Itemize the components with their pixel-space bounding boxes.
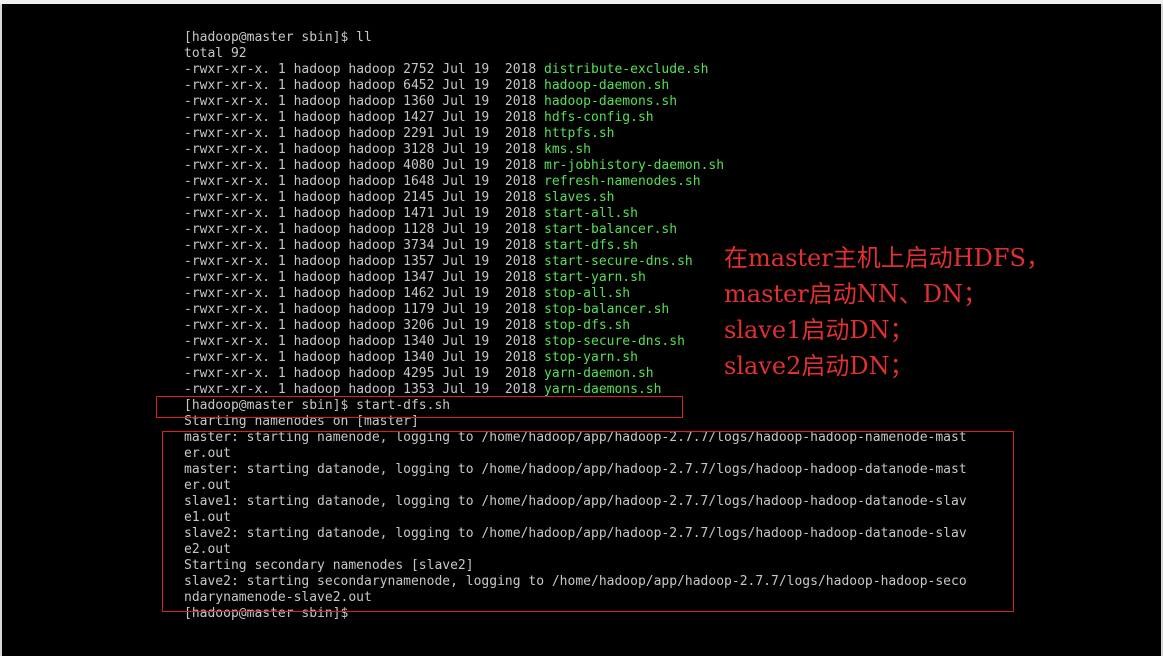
- file-meta: 1 hadoop hadoop 2145 Jul 19 2018: [277, 190, 537, 205]
- file-permissions: -rwxr-xr-x.: [184, 190, 271, 205]
- file-row: -rwxr-xr-x. 1 hadoop hadoop 1128 Jul 19 …: [184, 222, 677, 238]
- file-row: -rwxr-xr-x. 1 hadoop hadoop 2145 Jul 19 …: [184, 190, 614, 206]
- file-name: start-all.sh: [544, 206, 638, 221]
- file-meta: 1 hadoop hadoop 6452 Jul 19 2018: [277, 78, 537, 93]
- file-meta: 1 hadoop hadoop 1648 Jul 19 2018: [277, 174, 537, 189]
- annotation-text: 在master主机上启动HDFS， master启动NN、DN； slave1启…: [724, 240, 1144, 384]
- annotation-line: 在master主机上启动HDFS，: [724, 244, 1050, 272]
- file-name: yarn-daemons.sh: [544, 382, 662, 397]
- file-row: -rwxr-xr-x. 1 hadoop hadoop 1347 Jul 19 …: [184, 270, 646, 286]
- file-meta: 1 hadoop hadoop 4080 Jul 19 2018: [277, 158, 537, 173]
- file-row: -rwxr-xr-x. 1 hadoop hadoop 1340 Jul 19 …: [184, 334, 685, 350]
- file-permissions: -rwxr-xr-x.: [184, 222, 271, 237]
- file-permissions: -rwxr-xr-x.: [184, 302, 271, 317]
- file-permissions: -rwxr-xr-x.: [184, 158, 271, 173]
- file-row: -rwxr-xr-x. 1 hadoop hadoop 1462 Jul 19 …: [184, 286, 630, 302]
- file-permissions: -rwxr-xr-x.: [184, 270, 271, 285]
- file-meta: 1 hadoop hadoop 3206 Jul 19 2018: [277, 318, 537, 333]
- file-permissions: -rwxr-xr-x.: [184, 334, 271, 349]
- file-name: stop-yarn.sh: [544, 350, 638, 365]
- file-name: start-secure-dns.sh: [544, 254, 693, 269]
- file-name: hadoop-daemon.sh: [544, 78, 670, 93]
- file-meta: 1 hadoop hadoop 1360 Jul 19 2018: [277, 94, 537, 109]
- file-meta: 1 hadoop hadoop 1353 Jul 19 2018: [277, 382, 537, 397]
- annotation-line: slave1启动DN；: [724, 316, 914, 344]
- file-meta: 1 hadoop hadoop 3128 Jul 19 2018: [277, 142, 537, 157]
- file-permissions: -rwxr-xr-x.: [184, 142, 271, 157]
- file-meta: 1 hadoop hadoop 1340 Jul 19 2018: [277, 334, 537, 349]
- file-meta: 1 hadoop hadoop 1128 Jul 19 2018: [277, 222, 537, 237]
- file-name: start-dfs.sh: [544, 238, 638, 253]
- file-row: -rwxr-xr-x. 1 hadoop hadoop 3206 Jul 19 …: [184, 318, 630, 334]
- file-name: kms.sh: [544, 142, 591, 157]
- file-name: hdfs-config.sh: [544, 110, 654, 125]
- file-name: start-balancer.sh: [544, 222, 678, 237]
- file-permissions: -rwxr-xr-x.: [184, 382, 271, 397]
- file-permissions: -rwxr-xr-x.: [184, 350, 271, 365]
- file-name: yarn-daemon.sh: [544, 366, 654, 381]
- file-name: httpfs.sh: [544, 126, 615, 141]
- file-name: refresh-namenodes.sh: [544, 174, 701, 189]
- file-row: -rwxr-xr-x. 1 hadoop hadoop 1471 Jul 19 …: [184, 206, 638, 222]
- annotation-line: slave2启动DN；: [724, 352, 914, 380]
- file-permissions: -rwxr-xr-x.: [184, 174, 271, 189]
- file-row: -rwxr-xr-x. 1 hadoop hadoop 3128 Jul 19 …: [184, 142, 591, 158]
- file-permissions: -rwxr-xr-x.: [184, 110, 271, 125]
- file-permissions: -rwxr-xr-x.: [184, 238, 271, 253]
- file-name: stop-secure-dns.sh: [544, 334, 685, 349]
- file-name: start-yarn.sh: [544, 270, 646, 285]
- file-row: -rwxr-xr-x. 1 hadoop hadoop 2752 Jul 19 …: [184, 62, 708, 78]
- file-name: stop-all.sh: [544, 286, 631, 301]
- file-meta: 1 hadoop hadoop 1347 Jul 19 2018: [277, 270, 537, 285]
- file-row: -rwxr-xr-x. 1 hadoop hadoop 4295 Jul 19 …: [184, 366, 654, 382]
- file-meta: 1 hadoop hadoop 4295 Jul 19 2018: [277, 366, 537, 381]
- file-permissions: -rwxr-xr-x.: [184, 254, 271, 269]
- file-permissions: -rwxr-xr-x.: [184, 126, 271, 141]
- file-permissions: -rwxr-xr-x.: [184, 318, 271, 333]
- file-permissions: -rwxr-xr-x.: [184, 206, 271, 221]
- file-row: -rwxr-xr-x. 1 hadoop hadoop 1179 Jul 19 …: [184, 302, 669, 318]
- file-meta: 1 hadoop hadoop 1340 Jul 19 2018: [277, 350, 537, 365]
- file-meta: 1 hadoop hadoop 1427 Jul 19 2018: [277, 110, 537, 125]
- file-row: -rwxr-xr-x. 1 hadoop hadoop 1360 Jul 19 …: [184, 94, 677, 110]
- file-name: hadoop-daemons.sh: [544, 94, 678, 109]
- file-permissions: -rwxr-xr-x.: [184, 78, 271, 93]
- prompt-ll: [hadoop@master sbin]$ ll: [184, 30, 372, 45]
- file-name: stop-dfs.sh: [544, 318, 631, 333]
- file-row: -rwxr-xr-x. 1 hadoop hadoop 6452 Jul 19 …: [184, 78, 669, 94]
- file-name: slaves.sh: [544, 190, 615, 205]
- file-permissions: -rwxr-xr-x.: [184, 62, 271, 77]
- file-name: mr-jobhistory-daemon.sh: [544, 158, 725, 173]
- annotation-line: master启动NN、DN；: [724, 280, 987, 308]
- file-meta: 1 hadoop hadoop 1471 Jul 19 2018: [277, 206, 537, 221]
- file-permissions: -rwxr-xr-x.: [184, 286, 271, 301]
- total-line: total 92: [184, 46, 247, 61]
- file-meta: 1 hadoop hadoop 1179 Jul 19 2018: [277, 302, 537, 317]
- file-row: -rwxr-xr-x. 1 hadoop hadoop 4080 Jul 19 …: [184, 158, 724, 174]
- file-row: -rwxr-xr-x. 1 hadoop hadoop 2291 Jul 19 …: [184, 126, 614, 142]
- file-row: -rwxr-xr-x. 1 hadoop hadoop 3734 Jul 19 …: [184, 238, 638, 254]
- file-name: stop-balancer.sh: [544, 302, 670, 317]
- highlight-box-output: [162, 431, 1014, 612]
- file-row: -rwxr-xr-x. 1 hadoop hadoop 1648 Jul 19 …: [184, 174, 701, 190]
- file-meta: 1 hadoop hadoop 2752 Jul 19 2018: [277, 62, 537, 77]
- file-meta: 1 hadoop hadoop 3734 Jul 19 2018: [277, 238, 537, 253]
- file-meta: 1 hadoop hadoop 2291 Jul 19 2018: [277, 126, 537, 141]
- file-row: -rwxr-xr-x. 1 hadoop hadoop 1357 Jul 19 …: [184, 254, 693, 270]
- highlight-box-command: [156, 396, 683, 418]
- file-name: distribute-exclude.sh: [544, 62, 709, 77]
- file-row: -rwxr-xr-x. 1 hadoop hadoop 1427 Jul 19 …: [184, 110, 654, 126]
- file-permissions: -rwxr-xr-x.: [184, 366, 271, 381]
- file-row: -rwxr-xr-x. 1 hadoop hadoop 1340 Jul 19 …: [184, 350, 638, 366]
- file-permissions: -rwxr-xr-x.: [184, 94, 271, 109]
- file-meta: 1 hadoop hadoop 1357 Jul 19 2018: [277, 254, 537, 269]
- file-meta: 1 hadoop hadoop 1462 Jul 19 2018: [277, 286, 537, 301]
